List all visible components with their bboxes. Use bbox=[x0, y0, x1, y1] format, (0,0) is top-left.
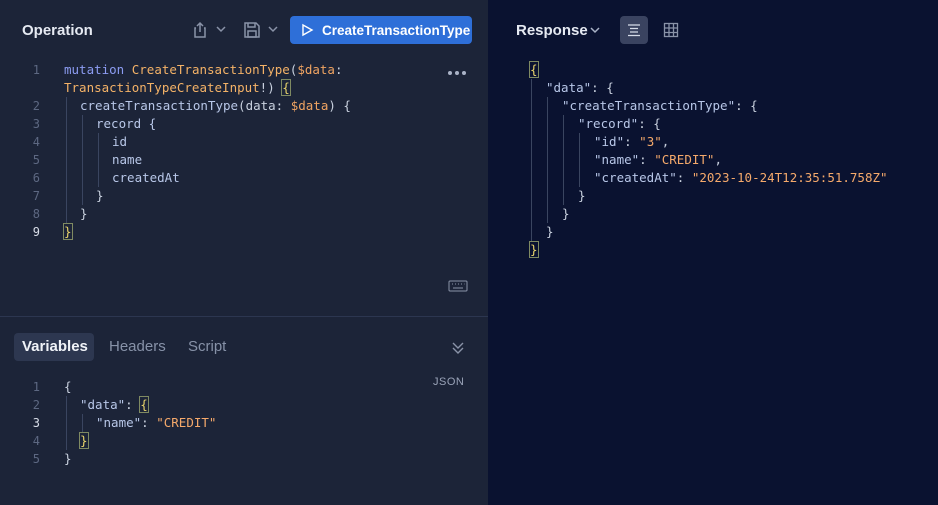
operation-panel: Operation CreateTransactionType 1 2 3 4 … bbox=[0, 0, 488, 505]
code-line: id bbox=[112, 134, 128, 149]
tab-script[interactable]: Script bbox=[180, 333, 234, 361]
line-number: 1 bbox=[32, 380, 40, 394]
json-line: "createTransactionType": { bbox=[562, 98, 758, 113]
line-number: 6 bbox=[32, 171, 40, 185]
code-line: } bbox=[64, 451, 72, 466]
response-panel bbox=[488, 0, 938, 505]
json-line: { bbox=[529, 61, 539, 78]
play-icon bbox=[302, 23, 314, 37]
code-line: record { bbox=[96, 116, 157, 131]
json-line: } bbox=[562, 206, 570, 221]
code-line: createdAt bbox=[112, 170, 180, 185]
code-line: mutation CreateTransactionType($data: bbox=[64, 62, 343, 77]
response-title: Response bbox=[516, 22, 588, 39]
indent-guide bbox=[82, 414, 83, 432]
collapse-chevrons-icon[interactable] bbox=[450, 340, 466, 356]
line-number: 4 bbox=[32, 434, 40, 448]
variables-mode-label: JSON bbox=[433, 376, 465, 388]
code-line: } bbox=[63, 223, 73, 240]
line-number: 4 bbox=[32, 135, 40, 149]
json-line: "data": { bbox=[546, 80, 614, 95]
line-number: 1 bbox=[32, 63, 40, 77]
line-number: 2 bbox=[32, 99, 40, 113]
table-icon bbox=[663, 22, 679, 38]
code-line: TransactionTypeCreateInput!) { bbox=[64, 79, 291, 96]
code-line: } bbox=[96, 188, 104, 203]
json-line: "name": "CREDIT", bbox=[594, 152, 722, 167]
chevron-down-icon[interactable] bbox=[214, 22, 228, 36]
line-number: 7 bbox=[32, 189, 40, 203]
json-line: } bbox=[546, 224, 554, 239]
line-number: 2 bbox=[32, 398, 40, 412]
chevron-down-icon[interactable] bbox=[588, 23, 602, 37]
code-line: "name": "CREDIT" bbox=[96, 415, 217, 430]
code-line: { bbox=[64, 379, 72, 394]
line-number: 5 bbox=[32, 153, 40, 167]
text-view-button[interactable] bbox=[620, 16, 648, 44]
graphql-client: Operation CreateTransactionType 1 2 3 4 … bbox=[0, 0, 938, 505]
keyboard-shortcuts-icon[interactable] bbox=[448, 280, 468, 292]
table-view-button[interactable] bbox=[657, 16, 685, 44]
code-line: "data": { bbox=[80, 396, 149, 413]
save-icon[interactable] bbox=[242, 20, 262, 40]
code-line: } bbox=[80, 206, 88, 221]
indent-guide bbox=[547, 97, 548, 223]
json-line: } bbox=[529, 241, 539, 258]
text-align-icon bbox=[628, 24, 640, 37]
tab-headers[interactable]: Headers bbox=[101, 333, 174, 361]
tab-variables[interactable]: Variables bbox=[14, 333, 94, 361]
line-number: 8 bbox=[32, 207, 40, 221]
indent-guide bbox=[66, 97, 67, 223]
panel-divider bbox=[0, 316, 488, 317]
code-line: createTransactionType(data: $data) { bbox=[80, 98, 351, 113]
json-line: "createdAt": "2023-10-24T12:35:51.758Z" bbox=[594, 170, 888, 185]
indent-guide bbox=[98, 133, 99, 187]
more-options-icon[interactable] bbox=[446, 66, 468, 80]
run-button-label: CreateTransactionType bbox=[322, 22, 471, 38]
json-line: "id": "3", bbox=[594, 134, 670, 149]
line-number: 3 bbox=[32, 117, 40, 131]
indent-guide bbox=[531, 79, 532, 241]
json-line: "record": { bbox=[578, 116, 661, 131]
code-line: name bbox=[112, 152, 143, 167]
chevron-down-icon[interactable] bbox=[266, 22, 280, 36]
indent-guide bbox=[82, 115, 83, 205]
operation-title: Operation bbox=[22, 22, 93, 39]
line-number: 3 bbox=[32, 416, 40, 430]
line-number: 9 bbox=[32, 225, 40, 239]
indent-guide bbox=[66, 396, 67, 450]
share-icon[interactable] bbox=[190, 20, 210, 40]
code-line: } bbox=[79, 432, 89, 449]
indent-guide bbox=[563, 115, 564, 205]
json-line: } bbox=[578, 188, 586, 203]
indent-guide bbox=[579, 133, 580, 187]
line-number: 5 bbox=[32, 452, 40, 466]
run-operation-button[interactable]: CreateTransactionType bbox=[290, 16, 472, 44]
